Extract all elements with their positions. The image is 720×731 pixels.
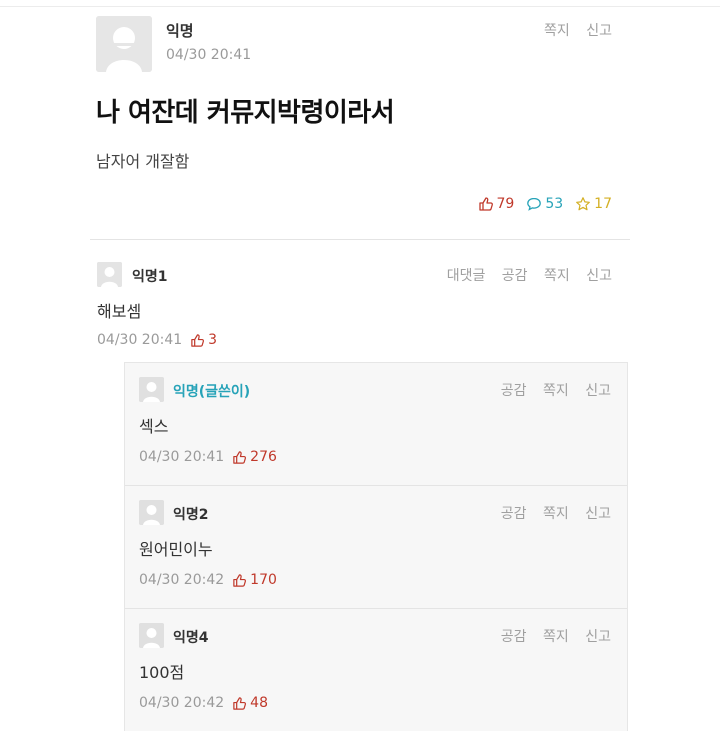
reply-item: 익명(글쓴이) 공감 쪽지 신고 섹스 04/30 20:41 276 [125, 363, 627, 485]
star-icon [576, 197, 591, 211]
post-body: 남자어 개잘함 [96, 152, 190, 171]
reply-actions: 공감 쪽지 신고 [489, 380, 611, 400]
post-comment-value: 53 [545, 196, 564, 212]
post-like-value: 79 [496, 196, 515, 212]
post-date: 04/30 20:41 [166, 47, 252, 63]
reply-date: 04/30 20:42 [139, 572, 225, 588]
post-comment-count: 53 [526, 196, 563, 212]
reply-vote-count: 170 [232, 572, 277, 588]
default-profile-avatar-icon [139, 377, 164, 402]
post-message-button[interactable]: 쪽지 [544, 23, 570, 39]
reply-author: 익명4 [173, 630, 209, 646]
comment-actions: 대댓글 공감 쪽지 신고 [435, 265, 612, 285]
thumbs-up-icon [233, 450, 247, 464]
reply-vote-value: 276 [250, 449, 277, 465]
reply-author-avatar [139, 623, 164, 648]
reply-meta: 04/30 20:42 48 [139, 695, 268, 711]
comment-author: 익명1 [132, 269, 168, 285]
reply-meta: 04/30 20:42 170 [139, 572, 277, 588]
everytime-post-page: 익명 04/30 20:41 쪽지 신고 나 여잔데 커뮤지박령이라서 남자어 … [0, 0, 720, 731]
post-like-count[interactable]: 79 [478, 196, 515, 212]
reply-like-button[interactable]: 공감 [501, 506, 527, 522]
reply-message-button[interactable]: 쪽지 [543, 629, 569, 645]
reply-date: 04/30 20:42 [139, 695, 225, 711]
comment-reply-button[interactable]: 대댓글 [447, 268, 486, 284]
default-profile-avatar-icon [97, 262, 122, 287]
reply-vote-count: 48 [232, 695, 268, 711]
reply-like-button[interactable]: 공감 [501, 383, 527, 399]
reply-author: 익명2 [173, 507, 209, 523]
reply-message-button[interactable]: 쪽지 [543, 383, 569, 399]
reply-text: 섹스 [139, 417, 169, 436]
reply-actions: 공감 쪽지 신고 [489, 503, 611, 523]
reply-report-button[interactable]: 신고 [585, 629, 611, 645]
default-profile-avatar-icon [139, 623, 164, 648]
thumbs-up-icon [478, 197, 493, 211]
post-divider [90, 239, 630, 240]
post-scrap-count[interactable]: 17 [575, 196, 612, 212]
comment-report-button[interactable]: 신고 [586, 268, 612, 284]
post-title: 나 여잔데 커뮤지박령이라서 [96, 98, 395, 128]
reply-author-op: 익명(글쓴이) [173, 384, 251, 400]
post-stats: 79 53 17 [478, 196, 612, 212]
comment-author-avatar [97, 262, 122, 287]
comment-message-button[interactable]: 쪽지 [544, 268, 570, 284]
replies-list: 익명(글쓴이) 공감 쪽지 신고 섹스 04/30 20:41 276 익명2 … [124, 362, 628, 731]
thumbs-up-icon [233, 696, 247, 710]
comment-date: 04/30 20:41 [97, 332, 183, 348]
post-scrap-value: 17 [594, 196, 612, 212]
comment-meta: 04/30 20:41 3 [97, 332, 217, 348]
post-actions: 쪽지 신고 [532, 20, 612, 40]
reply-vote-value: 48 [250, 695, 268, 711]
comment-vote-count: 3 [190, 332, 217, 348]
reply-vote-count: 276 [232, 449, 277, 465]
reply-item: 익명4 공감 쪽지 신고 100점 04/30 20:42 48 [125, 609, 627, 731]
reply-text: 원어민이누 [139, 540, 213, 559]
thumbs-up-icon [191, 333, 205, 347]
post-author: 익명 [166, 22, 194, 40]
comment-text: 해보셈 [97, 302, 142, 321]
default-profile-avatar-icon [96, 16, 152, 72]
speech-bubble-icon [527, 197, 542, 211]
default-profile-avatar-icon [139, 500, 164, 525]
comment-like-button[interactable]: 공감 [502, 268, 528, 284]
reply-date: 04/30 20:41 [139, 449, 225, 465]
post-report-button[interactable]: 신고 [586, 23, 612, 39]
comment-vote-value: 3 [208, 332, 218, 348]
reply-actions: 공감 쪽지 신고 [489, 626, 611, 646]
reply-vote-value: 170 [250, 572, 277, 588]
reply-author-avatar [139, 500, 164, 525]
reply-author-avatar [139, 377, 164, 402]
post-author-avatar [96, 16, 152, 72]
reply-report-button[interactable]: 신고 [585, 383, 611, 399]
reply-like-button[interactable]: 공감 [501, 629, 527, 645]
reply-report-button[interactable]: 신고 [585, 506, 611, 522]
reply-message-button[interactable]: 쪽지 [543, 506, 569, 522]
reply-item: 익명2 공감 쪽지 신고 원어민이누 04/30 20:42 170 [125, 486, 627, 608]
reply-meta: 04/30 20:41 276 [139, 449, 277, 465]
top-divider [0, 6, 720, 7]
reply-text: 100점 [139, 663, 185, 682]
thumbs-up-icon [233, 573, 247, 587]
